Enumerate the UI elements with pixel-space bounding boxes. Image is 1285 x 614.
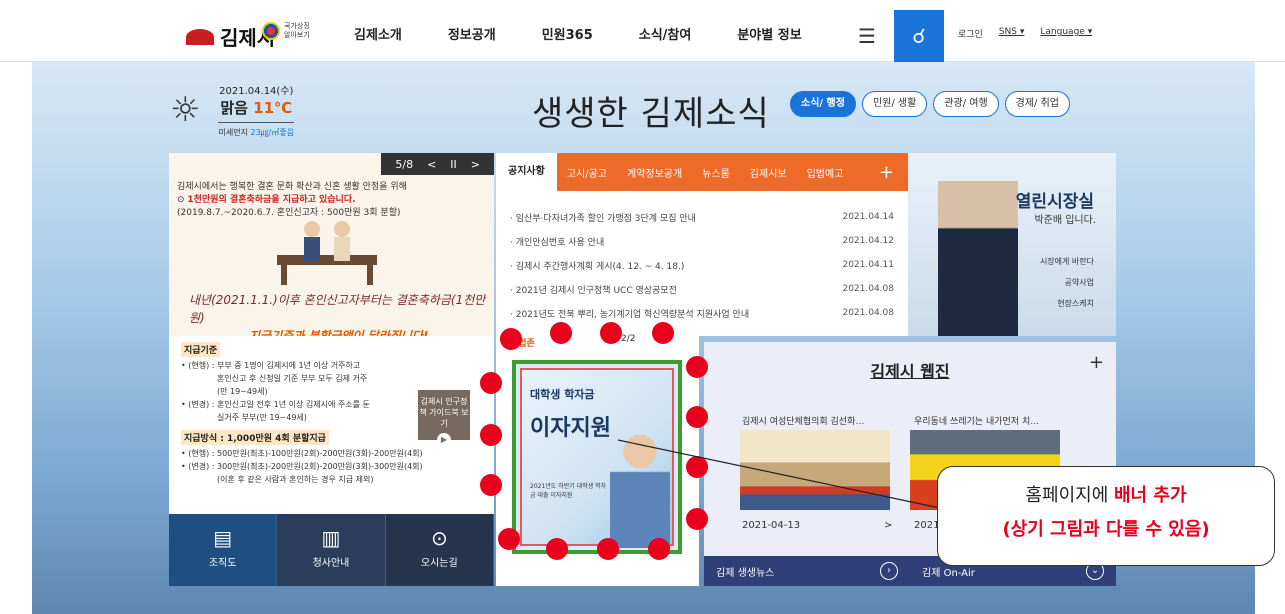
callout-line-2: (상기 그림과 다를 수 있음) bbox=[1002, 519, 1210, 540]
callout-highlight: 배너 추가 bbox=[1114, 485, 1187, 506]
callout-line-1: 홈페이지에 배너 추가 bbox=[938, 479, 1274, 513]
annotation-callout: 홈페이지에 배너 추가 (상기 그림과 다를 수 있음) bbox=[937, 466, 1275, 566]
callout-text: 홈페이지에 bbox=[1025, 485, 1114, 506]
